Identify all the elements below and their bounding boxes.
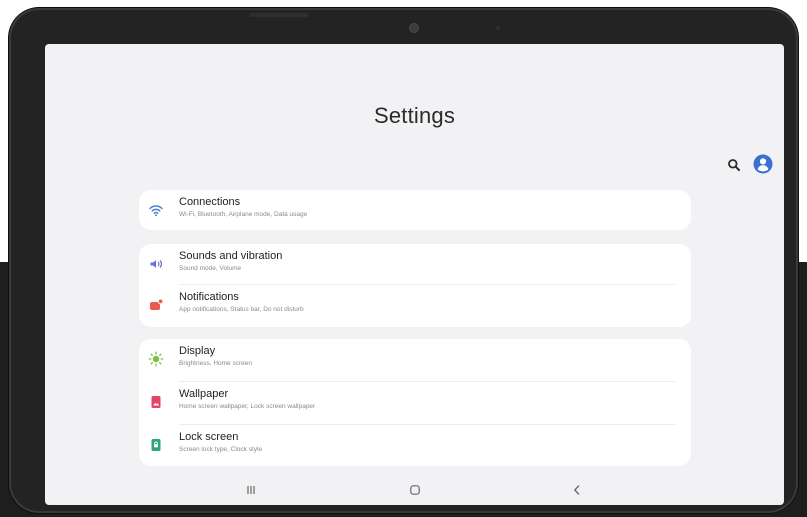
item-subtitle: Brightness, Home screen — [179, 360, 252, 367]
item-title: Notifications — [179, 291, 239, 303]
front-camera — [410, 24, 418, 32]
notifications-icon — [148, 297, 164, 313]
settings-screen: Settings Connections Wi-Fi, Bluetooth, A… — [45, 44, 784, 505]
item-subtitle: Screen lock type, Clock style — [179, 446, 263, 453]
sound-icon — [148, 256, 164, 272]
settings-group-connectivity: Connections Wi-Fi, Bluetooth, Airplane m… — [139, 190, 691, 230]
item-subtitle: App notifications, Status bar, Do not di… — [179, 306, 304, 313]
item-title: Lock screen — [179, 431, 239, 443]
settings-item-wallpaper[interactable]: Wallpaper Home screen wallpaper, Lock sc… — [139, 382, 691, 424]
settings-group-sound-notifications: Sounds and vibration Sound mode, Volume … — [139, 244, 691, 327]
tablet-frame: Settings Connections Wi-Fi, Bluetooth, A… — [9, 8, 798, 513]
light-sensor — [496, 26, 500, 30]
item-subtitle: Wi-Fi, Bluetooth, Airplane mode, Data us… — [179, 211, 308, 218]
back-icon[interactable] — [567, 481, 587, 499]
settings-group-display: Display Brightness, Home screen Wallpape… — [139, 339, 691, 466]
navigation-bar — [45, 475, 784, 505]
home-icon[interactable] — [405, 481, 425, 499]
settings-item-notifications[interactable]: Notifications App notifications, Status … — [139, 285, 691, 327]
item-title: Sounds and vibration — [179, 250, 283, 262]
settings-item-display[interactable]: Display Brightness, Home screen — [139, 339, 691, 381]
item-subtitle: Home screen wallpaper, Lock screen wallp… — [179, 403, 316, 410]
wifi-icon — [148, 202, 164, 218]
account-icon[interactable] — [753, 154, 773, 174]
lock-screen-icon — [148, 437, 164, 453]
page-title: Settings — [373, 103, 456, 128]
search-icon[interactable] — [727, 158, 741, 172]
wallpaper-icon — [148, 394, 164, 410]
power-button — [249, 13, 309, 17]
item-title: Display — [179, 345, 216, 357]
item-subtitle: Sound mode, Volume — [179, 265, 242, 272]
recents-icon[interactable] — [241, 481, 261, 499]
settings-item-sounds-and-vibration[interactable]: Sounds and vibration Sound mode, Volume — [139, 244, 691, 286]
item-title: Wallpaper — [179, 388, 229, 400]
item-title: Connections — [179, 196, 241, 208]
brightness-icon — [148, 351, 164, 367]
settings-item-connections[interactable]: Connections Wi-Fi, Bluetooth, Airplane m… — [139, 190, 691, 232]
settings-item-lock-screen[interactable]: Lock screen Screen lock type, Clock styl… — [139, 425, 691, 467]
